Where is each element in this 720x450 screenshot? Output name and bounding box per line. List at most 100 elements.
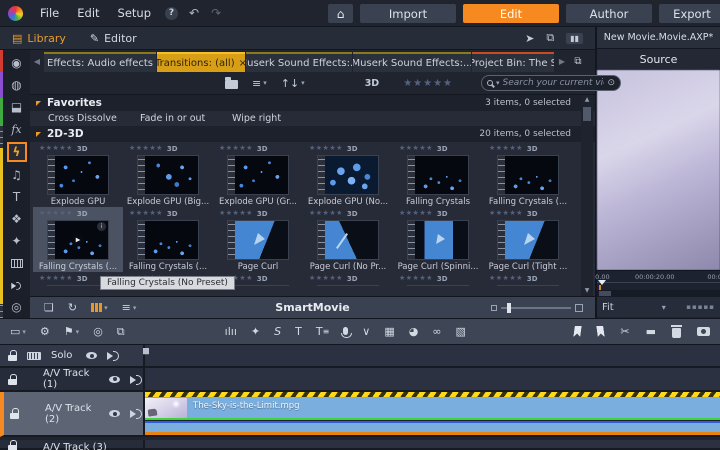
settings-gear-icon[interactable]: ⚙	[40, 325, 50, 338]
scroll-down-icon[interactable]: ▼	[581, 286, 593, 296]
audiograb-icon[interactable]: ▧	[456, 325, 466, 338]
effects-icon[interactable]: fx	[7, 120, 27, 138]
film-reel-icon[interactable]: ◍	[7, 76, 27, 94]
transition-item[interactable]: ★★★★★3D Page Curl	[213, 207, 303, 272]
menu-setup[interactable]: Setup	[109, 6, 160, 20]
info-icon[interactable]: i	[97, 222, 106, 231]
transition-item[interactable]: ★★★★★3D	[393, 272, 483, 286]
transition-item[interactable]: ★★★★★3D	[303, 272, 393, 286]
clip-audio-band[interactable]	[145, 423, 720, 432]
fit-dropdown[interactable]: Fit	[602, 302, 614, 313]
transitions-icon[interactable]: ϟ	[7, 142, 27, 162]
transition-item[interactable]: ★★★★★3D Falling Crystals (...	[123, 207, 213, 272]
help-icon[interactable]: ?	[165, 7, 178, 20]
preview-scrollbar[interactable]	[597, 290, 720, 297]
view-list-icon[interactable]: ≡▾	[252, 77, 267, 90]
export-button[interactable]: Export	[659, 4, 720, 23]
speaker-mute-icon[interactable]	[130, 374, 143, 385]
chevron-down-icon[interactable]: ▾	[662, 303, 666, 312]
dual-view-icon[interactable]: ▮▮	[566, 33, 583, 44]
title-tool-icon[interactable]: T	[295, 325, 302, 338]
transition-item[interactable]: ★★★★★3D Page Curl (No Pr...	[303, 207, 393, 272]
trash-icon[interactable]	[672, 328, 681, 338]
redo-icon[interactable]: ↷	[205, 6, 227, 20]
search-options-chevron-icon[interactable]: ▾	[496, 79, 500, 87]
tab-muserk-1[interactable]: Muserk Sound Effects:...	[246, 52, 352, 72]
rating-stars[interactable]: ★★★★★	[309, 209, 343, 218]
rating-stars[interactable]: ★★★★★	[399, 209, 433, 218]
transition-item[interactable]: ★★★★★3D Falling Crystals (...	[483, 142, 573, 207]
rating-stars[interactable]: ★★★★★	[489, 144, 523, 153]
tab-transitions[interactable]: Transitions: (all)	[157, 52, 245, 72]
sort-icon[interactable]: ↑↓▾	[281, 77, 305, 90]
transition-item[interactable]: ★★★★★3D Explode GPU (No...	[303, 142, 393, 207]
collapse-triangle-icon[interactable]	[36, 132, 41, 137]
montage-icon[interactable]: ❖	[7, 210, 27, 228]
track-content-2[interactable]: The-Sky-is-the-Limit.mpg	[145, 392, 720, 437]
speaker-mute-icon[interactable]	[107, 350, 120, 361]
eye-visibility-icon[interactable]	[109, 376, 120, 383]
link-icon[interactable]: ∞	[432, 325, 441, 338]
audio-mixer-icon[interactable]: ılıı	[225, 325, 237, 338]
rating-stars[interactable]: ★★★★★	[39, 274, 73, 283]
scorefitter-icon[interactable]	[7, 254, 27, 272]
music-icon[interactable]: ♫	[7, 166, 27, 184]
slider-knob[interactable]	[507, 303, 511, 313]
rating-stars[interactable]: ★★★★★	[399, 144, 433, 153]
rating-stars[interactable]: ★★★★★	[399, 274, 433, 283]
mark-out-flag-icon[interactable]	[597, 326, 606, 337]
copy-icon[interactable]: ❏	[44, 301, 54, 314]
overwrite-mode-icon[interactable]: ▬	[646, 325, 656, 338]
menu-edit[interactable]: Edit	[68, 6, 108, 20]
transition-item-selected[interactable]: ★★★★★3D ▶ i Falling Crystals (...	[33, 207, 123, 272]
disc-icon[interactable]: ◕	[409, 325, 419, 338]
lock-icon[interactable]	[8, 445, 17, 450]
undo-icon[interactable]: ↶	[183, 6, 205, 20]
favorite-item[interactable]: Fade in or out	[122, 113, 214, 124]
popout-icon[interactable]: ⧉	[117, 325, 125, 339]
transition-item[interactable]: ★★★★★3D Page Curl (Spinni...	[393, 207, 483, 272]
browse-folder-icon[interactable]	[225, 78, 238, 89]
transition-item[interactable]: ★★★★★3D	[483, 272, 573, 286]
send-to-timeline-icon[interactable]: ➤	[525, 32, 534, 45]
rating-filter-stars[interactable]: ★★★★★	[403, 78, 453, 89]
track-content-solo[interactable]	[145, 345, 720, 368]
favorite-item[interactable]: Wipe right	[214, 113, 306, 124]
razor-split-icon[interactable]: ✂	[620, 325, 629, 338]
transition-item[interactable]: ★★★★★3D Explode GPU	[33, 142, 123, 207]
tabs-scroll-right-icon[interactable]: ▶	[555, 50, 569, 72]
rating-stars[interactable]: ★★★★★	[309, 274, 343, 283]
lock-icon[interactable]	[8, 355, 17, 361]
video-clip[interactable]: The-Sky-is-the-Limit.mpg	[145, 392, 720, 437]
menu-file[interactable]: File	[31, 6, 68, 20]
zoom-steps[interactable]: ▪▪▪▪▪	[686, 303, 715, 311]
preview-time-ruler[interactable]: 00.00 00:00:20.00 00:0	[597, 270, 720, 290]
zoom-out-icon[interactable]	[491, 305, 497, 311]
rating-stars[interactable]: ★★★★★	[129, 209, 163, 218]
tab-muserk-2[interactable]: Muserk Sound Effects:...	[353, 52, 471, 72]
scrollbar-thumb[interactable]	[583, 107, 591, 121]
track-header-1[interactable]: A/V Track (1)	[0, 368, 145, 392]
snapshot-camera-icon[interactable]	[697, 327, 710, 336]
rating-stars[interactable]: ★★★★★	[309, 144, 343, 153]
rating-stars[interactable]: ★★★★★	[219, 209, 253, 218]
search-icon[interactable]	[487, 80, 493, 86]
track-content-1[interactable]	[145, 368, 720, 392]
rating-stars[interactable]: ★★★★★	[219, 144, 253, 153]
rating-stars[interactable]: ★★★★★	[39, 209, 73, 218]
multicam-grid-icon[interactable]: ▦	[384, 325, 394, 338]
duplicate-view-icon[interactable]: ⧉	[546, 31, 554, 45]
transition-item[interactable]: ★★★★★3D Page Curl (Tight ...	[483, 207, 573, 272]
tab-project-bin[interactable]: Project Bin: The S	[472, 52, 554, 72]
home-button[interactable]: ⌂	[328, 4, 353, 23]
monitor-view-icon[interactable]: ▭▾	[10, 325, 26, 338]
rating-stars[interactable]: ★★★★★	[489, 209, 523, 218]
track-content-3[interactable]	[145, 440, 720, 450]
thumbnail-zoom-slider[interactable]	[491, 304, 583, 312]
themes-icon[interactable]: ✦	[7, 232, 27, 250]
section-2d-3d[interactable]: 2D-3D 20 items, 0 selected	[30, 126, 595, 142]
lock-icon[interactable]	[8, 379, 17, 385]
subtitle-tool-icon[interactable]: T≡	[316, 325, 329, 338]
new-tab-icon[interactable]: ⧉	[569, 50, 587, 72]
slider-track[interactable]	[501, 307, 571, 309]
